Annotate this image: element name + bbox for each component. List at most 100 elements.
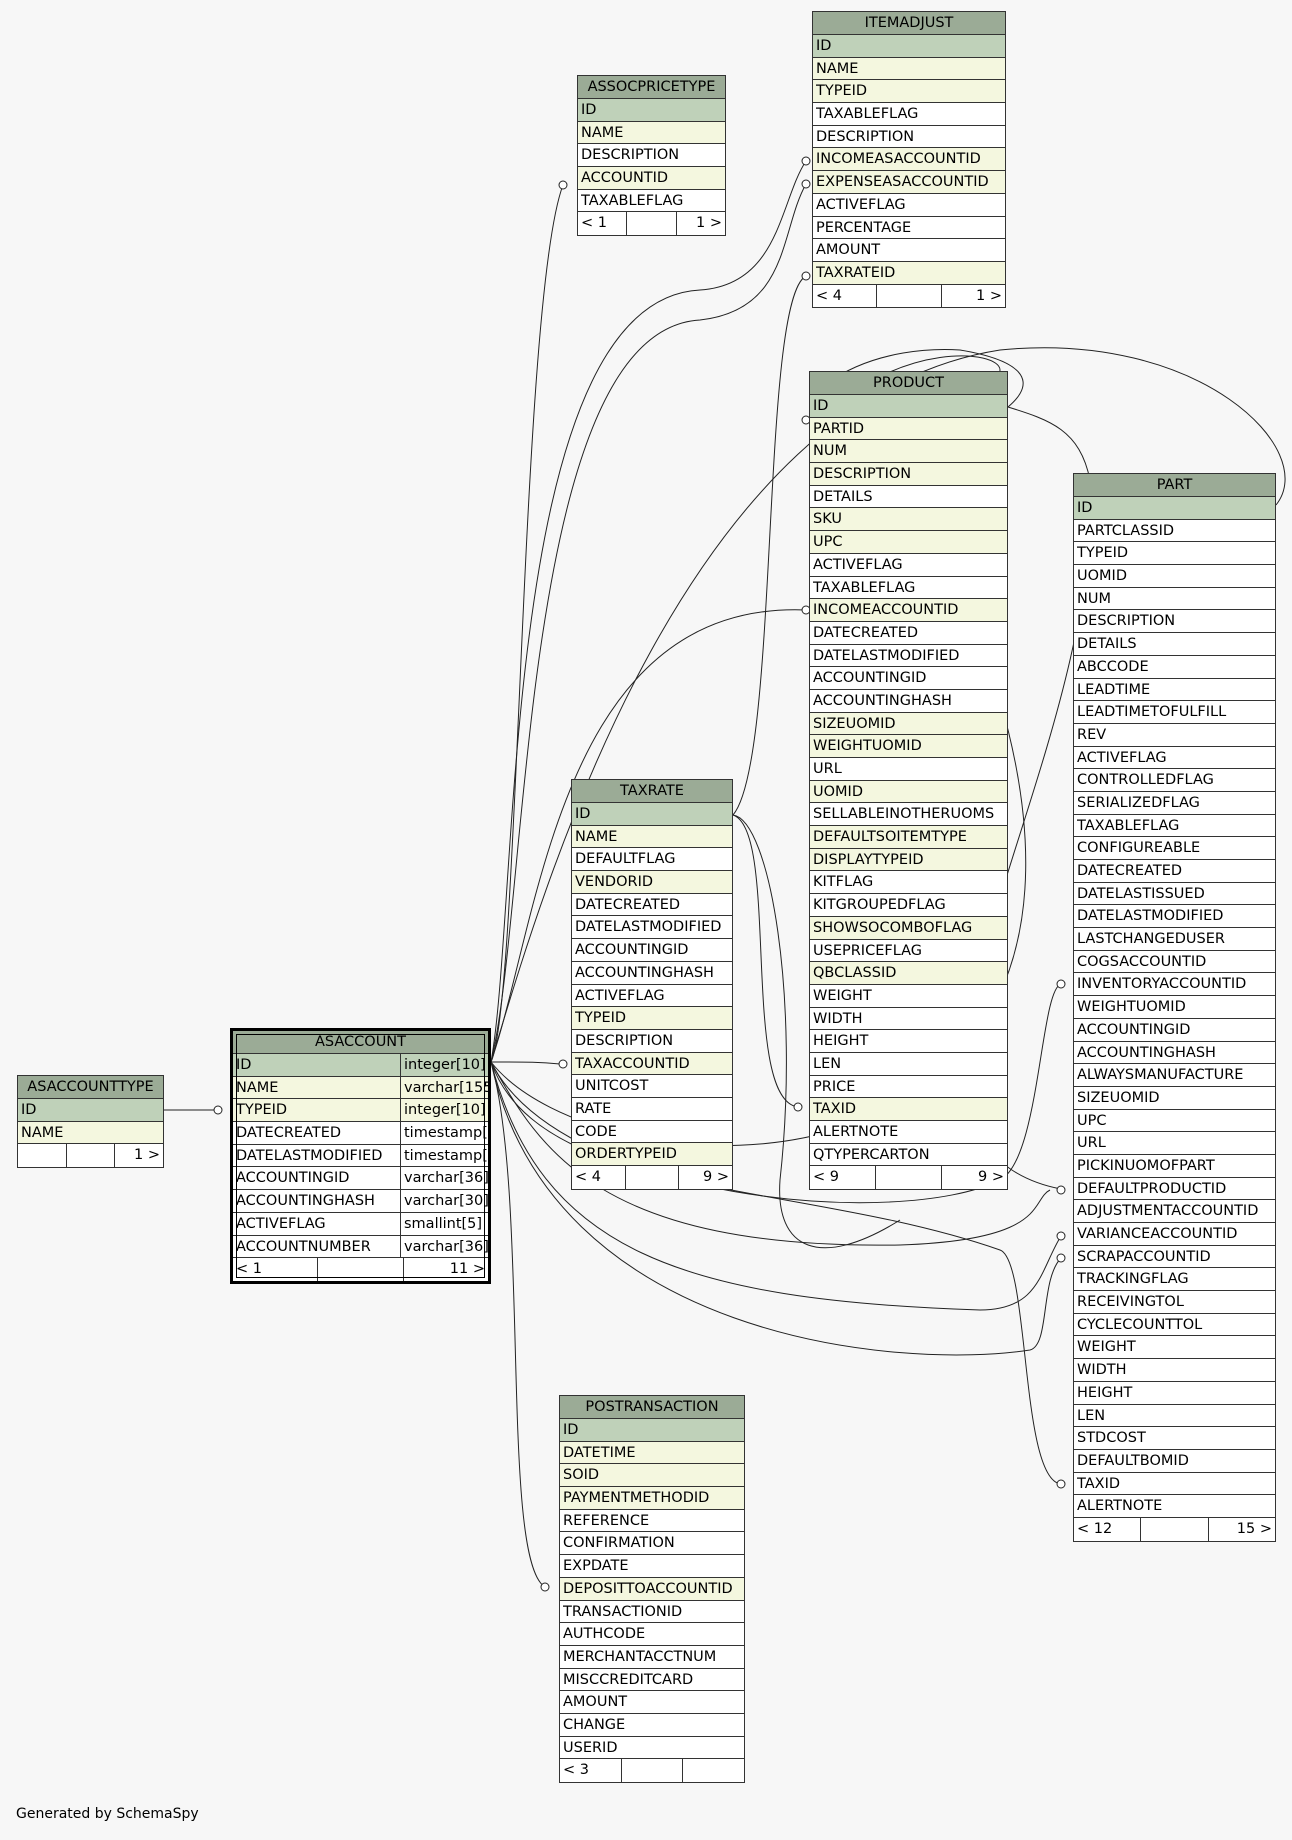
column-row[interactable]: SIZEUOMID xyxy=(1074,1087,1275,1110)
column-row[interactable]: TRACKINGFLAG xyxy=(1074,1268,1275,1292)
column-row[interactable]: ACCOUNTINGID xyxy=(810,667,1007,690)
parents-count[interactable] xyxy=(18,1144,67,1168)
column-row[interactable]: PICKINUOMOFPART xyxy=(1074,1155,1275,1178)
column-row[interactable]: DATELASTMODIFIED xyxy=(572,916,732,940)
column-row[interactable]: ACTIVEFLAG xyxy=(1074,747,1275,770)
column-row[interactable]: WIDTH xyxy=(1074,1359,1275,1382)
column-row[interactable]: RECEIVINGTOL xyxy=(1074,1291,1275,1314)
column-row[interactable]: TAXABLEFLAG xyxy=(813,103,1005,126)
column-row[interactable]: DESCRIPTION xyxy=(572,1030,732,1053)
column-row[interactable]: ACCOUNTNUMBER varchar[36] xyxy=(233,1235,488,1259)
column-row[interactable]: ID xyxy=(18,1099,163,1122)
column-row[interactable]: ACCOUNTID xyxy=(578,167,725,190)
column-row[interactable]: URL xyxy=(1074,1132,1275,1155)
column-row[interactable]: TAXACCOUNTID xyxy=(572,1052,732,1076)
table-asaccount[interactable]: ASACCOUNTIDinteger[10]NAMEvarchar[155]TY… xyxy=(230,1028,491,1284)
column-row[interactable]: TAXID xyxy=(1074,1473,1275,1496)
column-row[interactable]: SOID xyxy=(560,1464,744,1488)
column-row[interactable]: TYPEID integer[10] xyxy=(233,1099,488,1123)
parents-count[interactable]: < 1 xyxy=(578,212,628,236)
column-row[interactable]: DATELASTMODIFIED xyxy=(1074,905,1275,929)
footer-cell[interactable] xyxy=(1141,1517,1209,1541)
column-row[interactable]: REV xyxy=(1074,724,1275,747)
column-row[interactable]: USERID xyxy=(560,1737,744,1760)
column-row[interactable]: ADJUSTMENTACCOUNTID xyxy=(1074,1200,1275,1223)
column-row[interactable]: PAYMENTMETHODID xyxy=(560,1487,744,1510)
column-row[interactable]: ALERTNOTE xyxy=(1074,1495,1275,1518)
column-row[interactable]: ID xyxy=(560,1419,744,1442)
column-row[interactable]: PRICE xyxy=(810,1076,1007,1099)
column-row[interactable]: UPC xyxy=(810,531,1007,554)
column-row[interactable]: CONFIGUREABLE xyxy=(1074,837,1275,860)
column-row[interactable]: NAME xyxy=(813,57,1005,81)
column-row[interactable]: DESCRIPTION xyxy=(813,126,1005,149)
column-row[interactable]: ACCOUNTINGID xyxy=(1074,1019,1275,1042)
column-row[interactable]: CHANGE xyxy=(560,1714,744,1737)
column-row[interactable]: DESCRIPTION xyxy=(1074,610,1275,634)
column-row[interactable]: QTYPERCARTON xyxy=(810,1144,1007,1167)
column-row[interactable]: ID integer[10] xyxy=(233,1054,488,1077)
column-row[interactable]: NAME varchar[155] xyxy=(233,1076,488,1100)
column-row[interactable]: TYPEID xyxy=(572,1007,732,1030)
footer-cell[interactable] xyxy=(876,1166,942,1190)
column-row[interactable]: DETAILS xyxy=(1074,633,1275,656)
column-row[interactable]: EXPDATE xyxy=(560,1555,744,1578)
column-row[interactable]: NUM xyxy=(1074,588,1275,611)
column-row[interactable]: ID xyxy=(810,395,1007,418)
column-row[interactable]: EXPENSEASACCOUNTID xyxy=(813,171,1005,194)
column-row[interactable]: TRANSACTIONID xyxy=(560,1601,744,1624)
column-row[interactable]: DEFAULTBOMID xyxy=(1074,1450,1275,1473)
column-row[interactable]: LEN xyxy=(810,1053,1007,1076)
parents-count[interactable]: < 3 xyxy=(560,1759,622,1782)
column-row[interactable]: NAME xyxy=(18,1121,163,1145)
table-taxrate[interactable]: TAXRATE ID NAME DEFAULTFLAG VENDORID DATECREA… xyxy=(571,779,733,1190)
table-part[interactable]: PART ID PARTCLASSID TYPEID UOMID NUM DESCRIPTI… xyxy=(1073,473,1276,1542)
column-row[interactable]: AMOUNT xyxy=(560,1691,744,1714)
column-row[interactable]: WEIGHTUOMID xyxy=(1074,996,1275,1019)
column-row[interactable]: ID xyxy=(813,35,1005,58)
column-row[interactable]: TAXRATEID xyxy=(813,261,1005,285)
column-row[interactable]: ACCOUNTINGHASH xyxy=(1074,1042,1275,1065)
column-row[interactable]: ACTIVEFLAG smallint[5] xyxy=(233,1212,488,1236)
children-count[interactable]: 1 > xyxy=(942,285,1005,308)
column-row[interactable]: RATE xyxy=(572,1098,732,1121)
column-row[interactable]: LASTCHANGEDUSER xyxy=(1074,928,1275,951)
column-row[interactable]: INVENTORYACCOUNTID xyxy=(1074,973,1275,997)
column-row[interactable]: SHOWSOCOMBOFLAG xyxy=(810,916,1007,940)
column-row[interactable]: DATECREATED xyxy=(1074,860,1275,883)
column-row[interactable]: ID xyxy=(572,803,732,826)
column-row[interactable]: SERIALIZEDFLAG xyxy=(1074,792,1275,815)
column-row[interactable]: DISPLAYTYPEID xyxy=(810,848,1007,872)
column-row[interactable]: TYPEID xyxy=(813,80,1005,104)
column-row[interactable]: UOMID xyxy=(810,780,1007,804)
children-count[interactable]: 1 > xyxy=(115,1144,163,1167)
column-row[interactable]: HEIGHT xyxy=(810,1030,1007,1053)
children-count[interactable]: 9 > xyxy=(942,1166,1007,1189)
parents-count[interactable]: < 12 xyxy=(1074,1517,1142,1541)
column-row[interactable]: TAXABLEFLAG xyxy=(1074,815,1275,838)
column-row[interactable]: LEN xyxy=(1074,1405,1275,1428)
column-row[interactable]: HEIGHT xyxy=(1074,1382,1275,1405)
column-row[interactable]: REFERENCE xyxy=(560,1510,744,1533)
table-itemadjust[interactable]: ITEMADJUST ID NAME TYPEID TAXABLEFLAG DESCRIP… xyxy=(812,11,1006,309)
column-row[interactable]: SCRAPACCOUNTID xyxy=(1074,1246,1275,1269)
column-row[interactable]: CYCLECOUNTTOL xyxy=(1074,1314,1275,1337)
column-row[interactable]: DATECREATED xyxy=(810,622,1007,645)
column-row[interactable]: UPC xyxy=(1074,1110,1275,1133)
column-row[interactable]: WEIGHT xyxy=(1074,1336,1275,1360)
footer-cell[interactable] xyxy=(626,1166,680,1189)
column-row[interactable]: ACCOUNTINGHASH varchar[30] xyxy=(233,1190,488,1213)
column-row[interactable]: USEPRICEFLAG xyxy=(810,940,1007,963)
column-row[interactable]: LEADTIMETOFULFILL xyxy=(1074,701,1275,724)
column-row[interactable]: AUTHCODE xyxy=(560,1623,744,1646)
column-row[interactable]: ACCOUNTINGID varchar[36] xyxy=(233,1167,488,1191)
column-row[interactable]: VARIANCEACCOUNTID xyxy=(1074,1223,1275,1246)
column-row[interactable]: DATECREATED xyxy=(572,894,732,917)
column-row[interactable]: SELLABLEINOTHERUOMS xyxy=(810,803,1007,827)
column-row[interactable]: PARTID xyxy=(810,417,1007,441)
column-row[interactable]: DATETIME xyxy=(560,1441,744,1465)
column-row[interactable]: ORDERTYPEID xyxy=(572,1143,732,1166)
column-row[interactable]: WIDTH xyxy=(810,1008,1007,1031)
column-row[interactable]: DESCRIPTION xyxy=(810,463,1007,486)
column-row[interactable]: CODE xyxy=(572,1121,732,1144)
